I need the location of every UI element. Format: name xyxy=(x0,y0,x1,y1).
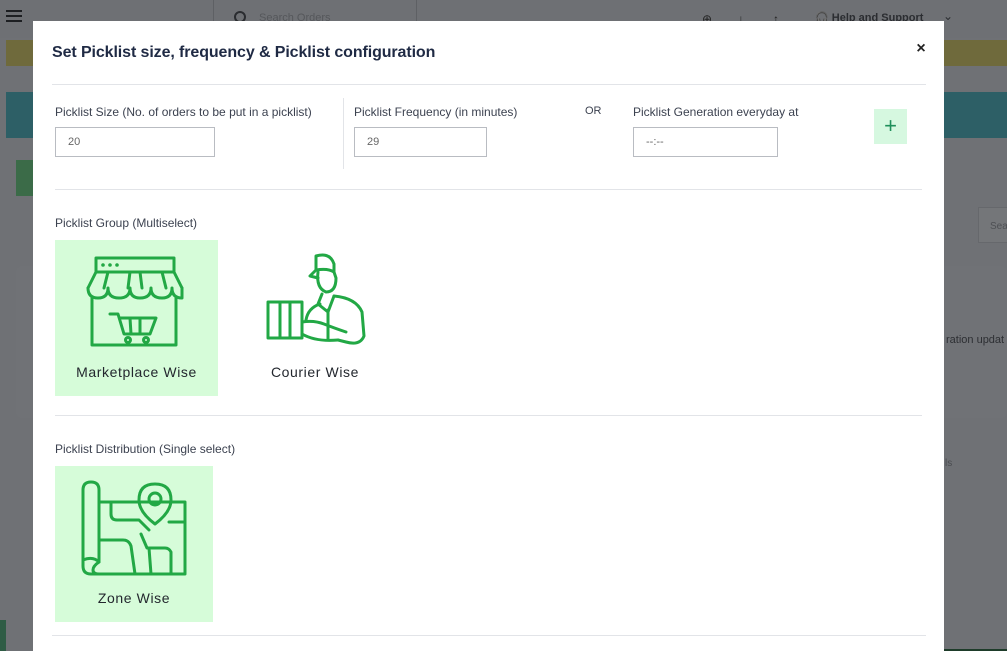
picklist-config-modal: Set Picklist size, frequency & Picklist … xyxy=(33,21,944,651)
picklist-generation-label: Picklist Generation everyday at xyxy=(633,105,799,119)
hamburger-menu-icon[interactable] xyxy=(6,10,22,24)
picklist-size-label: Picklist Size (No. of orders to be put i… xyxy=(55,105,312,119)
background-text-fragment: ls xyxy=(945,458,953,469)
option-label: Courier Wise xyxy=(270,364,360,380)
picklist-frequency-input[interactable] xyxy=(354,127,487,157)
divider xyxy=(55,415,922,416)
divider xyxy=(52,84,926,85)
picklist-distribution-label: Picklist Distribution (Single select) xyxy=(55,442,236,456)
option-label: Zone Wise xyxy=(97,590,171,606)
map-pin-icon xyxy=(81,480,187,576)
option-courier-wise[interactable]: Courier Wise xyxy=(235,240,395,396)
picklist-group-label: Picklist Group (Multiselect) xyxy=(55,216,198,230)
picklist-size-input[interactable] xyxy=(55,127,215,157)
option-zone-wise[interactable]: Zone Wise xyxy=(55,466,213,622)
close-icon[interactable]: × xyxy=(913,40,929,58)
picklist-generation-time-input[interactable] xyxy=(633,127,778,157)
storefront-cart-icon xyxy=(86,256,184,347)
option-marketplace-wise[interactable]: Marketplace Wise xyxy=(55,240,218,396)
divider xyxy=(55,189,922,190)
vertical-divider xyxy=(343,98,344,169)
delivery-person-icon xyxy=(266,253,366,345)
background-text-fragment: ration updat xyxy=(946,334,1005,346)
option-label: Marketplace Wise xyxy=(76,364,197,380)
modal-title: Set Picklist size, frequency & Picklist … xyxy=(52,44,436,61)
divider xyxy=(52,635,926,636)
or-label: OR xyxy=(585,105,602,117)
picklist-frequency-label: Picklist Frequency (in minutes) xyxy=(354,105,518,119)
add-time-button[interactable]: + xyxy=(874,109,907,144)
background-search-text: Sea xyxy=(990,221,1007,232)
chevron-down-icon[interactable]: ⌄ xyxy=(943,9,953,23)
background-strip xyxy=(0,620,6,651)
